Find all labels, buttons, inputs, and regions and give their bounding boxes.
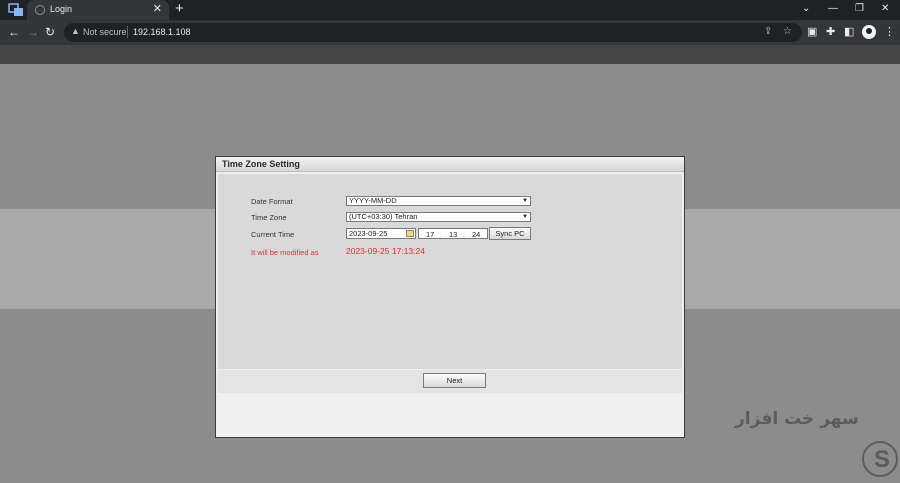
browser-toolbar: ← → ↻ ▲ Not secure 192.168.1.108 ⇪ ☆ ▣ ✚… bbox=[0, 20, 900, 45]
close-window-button[interactable]: ✕ bbox=[881, 3, 889, 15]
calendar-icon[interactable] bbox=[406, 230, 414, 237]
forward-button[interactable]: → bbox=[27, 25, 39, 39]
reload-button[interactable]: ↻ bbox=[45, 25, 55, 39]
current-date-input[interactable]: 2023-09-25 bbox=[346, 228, 416, 239]
time-zone-label: Time Zone bbox=[251, 213, 287, 222]
dialog-footer: Next bbox=[218, 370, 682, 393]
modified-label: It will be modified as bbox=[251, 248, 319, 257]
watermark-logo: S bbox=[862, 441, 898, 477]
globe-icon bbox=[35, 5, 45, 15]
tab-search-dropdown-icon[interactable]: ⌄ bbox=[802, 3, 810, 15]
time-zone-select[interactable]: (UTC+03:30) Tehran ▼ bbox=[346, 212, 531, 222]
restore-button[interactable]: ❐ bbox=[855, 3, 864, 15]
watermark-logo-letter: S bbox=[874, 446, 891, 473]
minimize-button[interactable]: — bbox=[828, 3, 838, 15]
security-label[interactable]: Not secure bbox=[83, 27, 127, 37]
watermark-text: سهر خت افزار bbox=[735, 409, 859, 429]
time-separator: : bbox=[439, 230, 442, 239]
hour-field[interactable]: 17 bbox=[426, 230, 434, 239]
tab-login[interactable]: Login ✕ bbox=[27, 0, 169, 20]
close-tab-icon[interactable]: ✕ bbox=[153, 3, 162, 15]
current-time-input: 17 : 13 : 24 bbox=[418, 228, 488, 239]
sidepanel-icon[interactable]: ◧ bbox=[844, 25, 854, 39]
profile-icon[interactable] bbox=[862, 25, 876, 39]
puzzle-icon[interactable]: ✚ bbox=[826, 25, 835, 39]
sync-pc-button[interactable]: Sync PC bbox=[489, 227, 531, 240]
tab-bar: Login ✕ + ⌄ — ❐ ✕ bbox=[0, 0, 900, 20]
url-divider bbox=[127, 26, 128, 38]
modified-value: 2023-09-25 17:13:24 bbox=[346, 246, 425, 256]
chevron-down-icon: ▼ bbox=[522, 214, 528, 220]
star-icon[interactable]: ☆ bbox=[783, 26, 792, 38]
next-button[interactable]: Next bbox=[423, 373, 486, 388]
new-tab-button[interactable]: + bbox=[175, 1, 184, 17]
menu-icon[interactable]: ⋮ bbox=[884, 25, 895, 39]
warning-icon[interactable]: ▲ bbox=[71, 26, 80, 36]
tab-title: Login bbox=[50, 4, 73, 14]
date-format-label: Date Format bbox=[251, 197, 293, 206]
current-date-value: 2023-09-25 bbox=[349, 229, 388, 238]
date-format-select[interactable]: YYYY-MM-DD ▼ bbox=[346, 196, 531, 206]
dialog-title: Time Zone Setting bbox=[222, 159, 300, 169]
time-separator: : bbox=[463, 230, 466, 239]
second-field[interactable]: 24 bbox=[472, 230, 480, 239]
minute-field[interactable]: 13 bbox=[449, 230, 457, 239]
top-band bbox=[0, 45, 900, 64]
chevron-down-icon: ▼ bbox=[522, 198, 528, 204]
address-bar[interactable]: ▲ Not secure 192.168.1.108 ⇪ ☆ bbox=[64, 23, 802, 42]
time-zone-value: (UTC+03:30) Tehran bbox=[349, 212, 418, 221]
dialog-header: Time Zone Setting bbox=[216, 157, 684, 172]
time-zone-dialog: Time Zone Setting Date Format YYYY-MM-DD… bbox=[215, 156, 685, 438]
extension-icon[interactable]: ▣ bbox=[807, 25, 817, 39]
url-text[interactable]: 192.168.1.108 bbox=[133, 27, 191, 37]
back-button[interactable]: ← bbox=[8, 25, 20, 39]
tab-search-icon[interactable] bbox=[8, 3, 24, 17]
dialog-body: Date Format YYYY-MM-DD ▼ Time Zone (UTC+… bbox=[218, 174, 682, 369]
date-format-value: YYYY-MM-DD bbox=[349, 196, 397, 205]
current-time-label: Current Time bbox=[251, 230, 295, 239]
share-icon[interactable]: ⇪ bbox=[764, 26, 772, 38]
